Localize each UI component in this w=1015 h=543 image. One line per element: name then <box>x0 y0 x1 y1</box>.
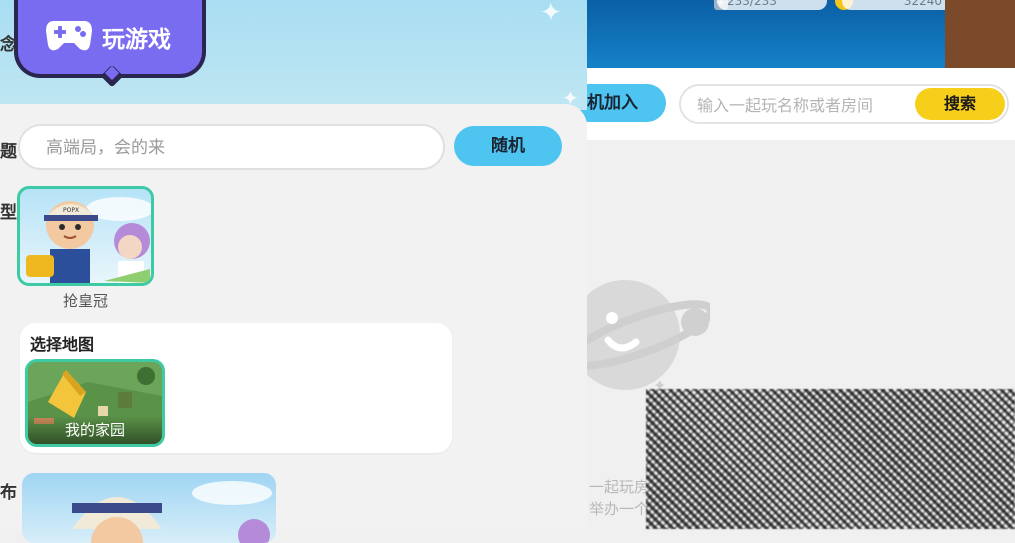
room-name-field <box>18 124 445 170</box>
search-button[interactable]: 搜索 <box>915 88 1005 120</box>
sparkle-icon: ✦ <box>540 0 562 28</box>
energy-stat: 233/233 <box>717 0 827 10</box>
map-section-title: 选择地图 <box>30 335 95 354</box>
room-search: 搜索 <box>679 84 1009 124</box>
map-select-section: 选择地图 我的家园 <box>20 323 452 453</box>
play-game-tab[interactable]: 玩游戏 <box>14 0 206 88</box>
side-label: 念 <box>0 35 17 55</box>
side-label: 题 <box>0 142 17 162</box>
map-card-home[interactable]: 我的家园 <box>25 359 165 447</box>
side-label: 型 <box>0 203 17 223</box>
side-label: 布 <box>0 483 17 503</box>
map-name: 我的家园 <box>64 421 125 439</box>
scenery-block <box>945 0 1015 68</box>
game-mode-thumbnail <box>72 481 272 543</box>
cap-badge-text: POPX <box>63 207 79 214</box>
mascot-planet-icon <box>570 280 710 390</box>
room-name-input[interactable] <box>44 126 428 170</box>
game-mode-thumbnail: POPX <box>26 197 151 283</box>
play-game-label: 玩游戏 <box>102 27 171 53</box>
coin-stat: 32240 <box>842 0 952 10</box>
game-mode-card[interactable]: POPX <box>17 186 154 286</box>
gamepad-icon <box>46 21 92 51</box>
game-mode-label: 抢皇冠 <box>62 292 108 310</box>
random-name-button[interactable]: 随机 <box>454 126 562 166</box>
game-mode-card[interactable] <box>22 473 276 543</box>
empty-state-line: 一起玩房 <box>589 478 650 496</box>
room-search-input[interactable] <box>695 86 919 124</box>
qr-code-image <box>646 389 1015 529</box>
game-view-strip: + 233/233 32240 <box>587 0 1015 68</box>
